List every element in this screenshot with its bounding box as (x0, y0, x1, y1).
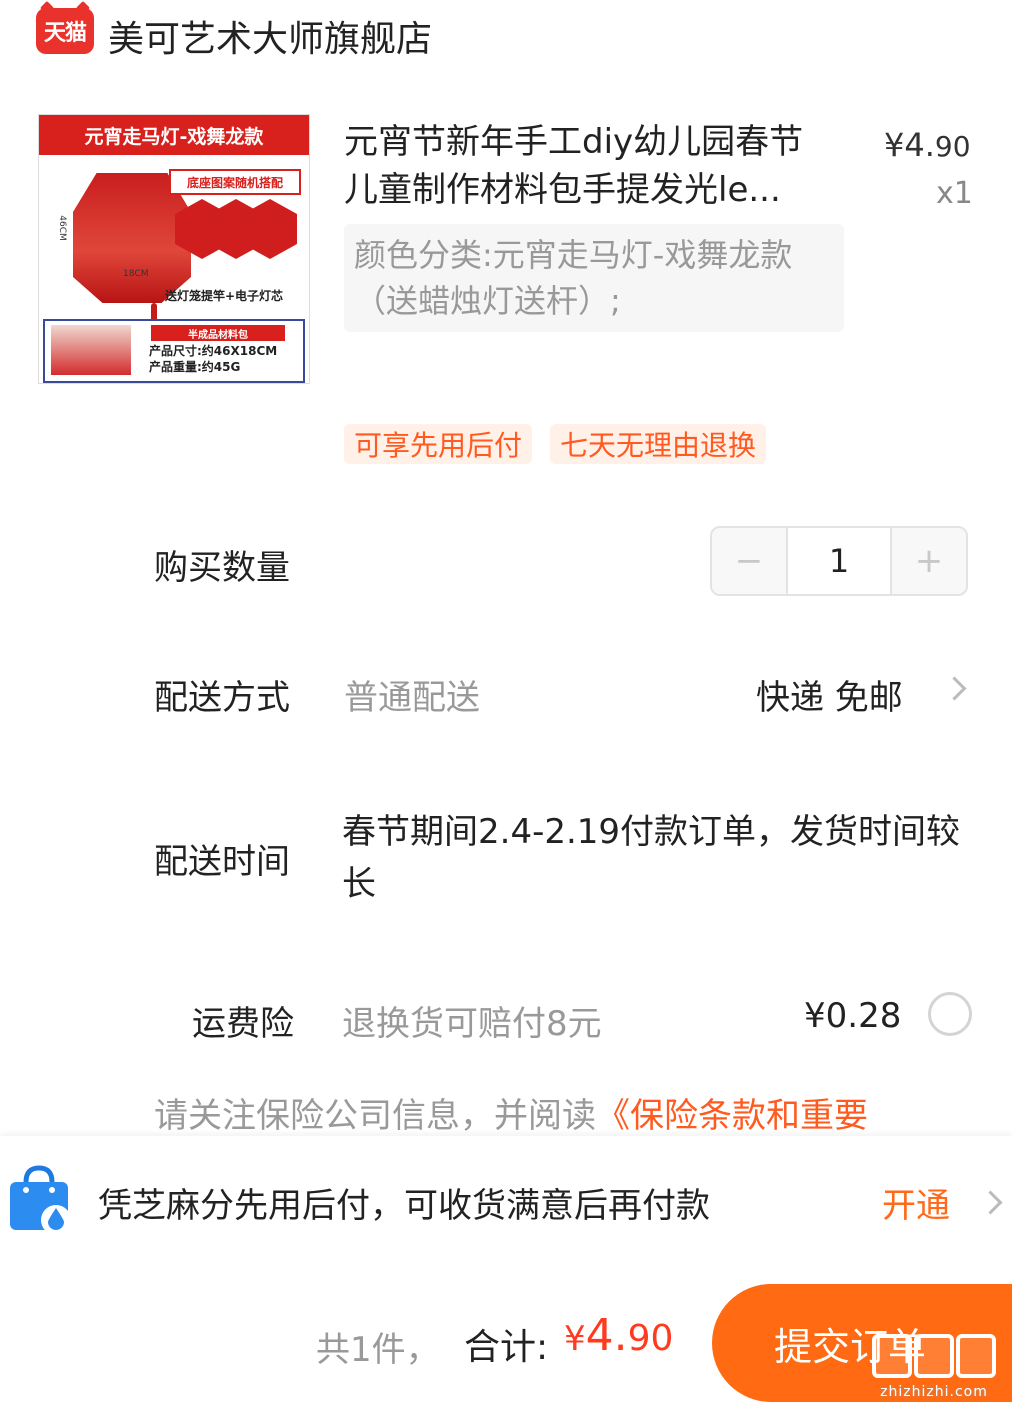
product-image-specbox: 半成品材料包 产品尺寸:约46X18CM 产品重量:约45G (43, 319, 305, 383)
pay-later-open-button[interactable]: 开通 (882, 1178, 950, 1227)
chevron-right-icon[interactable] (942, 676, 967, 701)
insurance-notice: 请关注保险公司信息，并阅读《保险条款和重要 (154, 1088, 868, 1137)
shopping-bag-icon (10, 1165, 71, 1235)
total-symbol: ¥ (564, 1319, 586, 1359)
sku-text: 颜色分类:元宵走马灯-戏舞龙款（送蜡烛灯送杆）; (354, 236, 793, 320)
quantity-input[interactable]: 1 (786, 528, 892, 594)
dimension-height: 46CM (56, 215, 67, 241)
total-price: ¥4.90 (564, 1310, 673, 1361)
total-label: 合计: (464, 1327, 549, 1368)
watermark-glyph-icon (914, 1334, 954, 1378)
delivery-time-text: 春节期间2.4-2.19付款订单，发货时间较长 (342, 812, 961, 904)
watermark-glyph-icon (956, 1334, 996, 1378)
material-thumbnail (51, 325, 131, 375)
shipping-label: 配送方式 (154, 678, 290, 718)
price-dec: 90 (934, 130, 971, 163)
product-image[interactable]: 元宵走马灯-戏舞龙款 46CM 18CM 底座图案随机搭配 送灯笼提竿+电子灯芯… (38, 114, 310, 384)
insurance-notice-text: 请关注保险公司信息，并阅读 (154, 1096, 596, 1136)
product-image-specs: 产品尺寸:约46X18CM 产品重量:约45G (149, 343, 277, 375)
price-int: 4. (904, 126, 935, 164)
product-title[interactable]: 元宵节新年手工diy幼儿园春节儿童制作材料包手提发光le... (344, 118, 834, 214)
shipping-value[interactable]: 快递 免邮 (756, 670, 903, 719)
quantity-label: 购买数量 (154, 548, 290, 588)
product-price: ¥4.90 (884, 126, 971, 164)
product-image-pill: 半成品材料包 (151, 325, 285, 341)
product-image-caption: 送灯笼提竿+电子灯芯 (165, 289, 284, 303)
delivery-time-label: 配送时间 (154, 842, 290, 882)
price-symbol: ¥ (884, 126, 905, 164)
insurance-desc: 退换货可赔付8元 (342, 1004, 602, 1044)
tmall-logo-text: 天猫 (43, 21, 87, 46)
watermark-glyph-icon (872, 1334, 912, 1378)
watermark-logo (864, 1334, 1004, 1378)
product-image-banner: 元宵走马灯-戏舞龙款 (39, 115, 309, 155)
insurance-label: 运费险 (192, 1004, 294, 1044)
insurance-radio[interactable] (928, 992, 972, 1036)
pay-later-text: 凭芝麻分先用后付，可收货满意后再付款 (98, 1186, 710, 1226)
badge-return-policy: 七天无理由退换 (550, 424, 767, 464)
pay-later-bar[interactable]: 凭芝麻分先用后付，可收货满意后再付款 开通 (0, 1136, 1012, 1266)
insurance-price: ¥0.28 (804, 996, 902, 1036)
tmall-logo: 天猫 (36, 8, 94, 54)
checkout-footer: 共1件， 合计: ¥4.90 提交订单 (0, 1266, 1012, 1417)
total-dec: 90 (627, 1318, 674, 1359)
shipping-method: 普通配送 (344, 678, 480, 718)
insurance-terms-link[interactable]: 《保险条款和重要 (596, 1096, 868, 1136)
watermark-url: zhizhizhi.com (880, 1384, 988, 1400)
quantity-decrease-button[interactable]: − (712, 528, 786, 594)
item-count: 共1件， (316, 1330, 440, 1370)
chevron-right-icon[interactable] (978, 1190, 1003, 1215)
spec-size: 产品尺寸:约46X18CM (149, 344, 278, 358)
store-name[interactable]: 美可艺术大师旗舰店 (108, 10, 432, 62)
total-int: 4. (585, 1310, 628, 1361)
quantity-stepper: − 1 + (710, 526, 968, 596)
product-image-tag: 底座图案随机搭配 (169, 169, 301, 195)
dimension-width: 18CM (123, 269, 149, 279)
badge-pay-later: 可享先用后付 (344, 424, 533, 464)
sku-box[interactable]: 颜色分类:元宵走马灯-戏舞龙款（送蜡烛灯送杆）; (344, 224, 844, 332)
quantity-increase-button[interactable]: + (892, 528, 966, 594)
product-quantity: x1 (936, 176, 973, 211)
spec-weight: 产品重量:约45G (149, 360, 241, 374)
watermark: zhizhizhi.com (864, 1334, 1004, 1414)
